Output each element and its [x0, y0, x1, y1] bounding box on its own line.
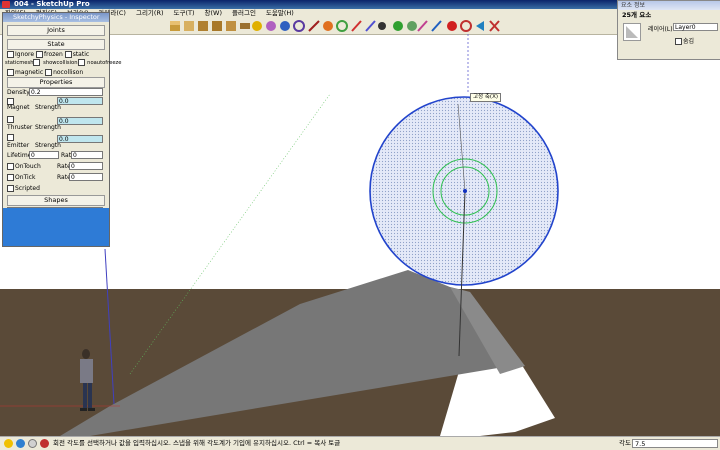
menu-plugins[interactable]: 플러그인	[227, 9, 261, 18]
thruster-row: Thruster Strength 0.0	[3, 115, 109, 133]
axis-tooltip: 고정 축(X)	[470, 93, 501, 102]
play-physics-icon[interactable]	[252, 21, 262, 31]
lifetime-input[interactable]: 0	[29, 151, 59, 159]
measurements-box[interactable]: 7.5	[632, 439, 718, 448]
hidden-checkbox[interactable]	[675, 38, 682, 45]
ontick-row: OnTick Rate 0	[3, 173, 109, 182]
layer-select[interactable]: Layer0	[673, 23, 718, 31]
state-row-3: magnetic nocollison	[3, 68, 109, 77]
window-title: 004 - SketchUp Pro	[14, 0, 90, 8]
view-front-icon[interactable]	[198, 21, 208, 31]
density-input[interactable]: 0.2	[29, 88, 103, 96]
scripted-row: Scripted	[3, 184, 109, 193]
state-row-1: Ignore frozen static	[3, 50, 109, 59]
credits-icon[interactable]	[40, 439, 49, 448]
cylinder-icon[interactable]	[407, 21, 417, 31]
thruster-checkbox[interactable]	[7, 116, 14, 123]
thruster-strength-input[interactable]: 0.0	[57, 117, 103, 125]
emitter-strength-input[interactable]: 0.0	[57, 135, 103, 143]
physics-inspector-panel: SketchyPhysics - Inspector Joints State …	[2, 12, 122, 247]
menu-tools[interactable]: 도구(T)	[169, 9, 200, 18]
ontouch-row: OnTouch Rate 0	[3, 162, 109, 171]
pin-icon[interactable]	[351, 20, 362, 32]
view-left-icon[interactable]	[240, 23, 250, 29]
entity-count: 25개 요소	[622, 11, 652, 19]
shapes-section: Shapes	[7, 195, 105, 206]
title-bar: 004 - SketchUp Pro	[0, 0, 720, 9]
vcb-label: 각도	[619, 439, 631, 447]
staticmesh-checkbox[interactable]	[33, 59, 41, 66]
emitter-rate-input[interactable]: 0	[71, 151, 103, 159]
inspector-title: SketchyPhysics - Inspector	[3, 13, 109, 22]
ontouch-checkbox[interactable]	[7, 163, 14, 170]
servo-icon[interactable]	[365, 20, 376, 32]
magnet-row: Magnet Strength 0.0	[3, 97, 109, 115]
layer-label: 레이어(L):	[648, 26, 675, 33]
hidden-label: 숨김	[683, 38, 695, 45]
help-icon[interactable]	[28, 439, 37, 448]
ontick-rate-input[interactable]: 0	[69, 173, 103, 181]
ontick-checkbox[interactable]	[7, 174, 14, 181]
showcollision-checkbox[interactable]	[77, 59, 85, 66]
thruster-icon[interactable]	[431, 20, 442, 32]
menu-draw[interactable]: 그리기(R)	[131, 9, 169, 18]
reset-icon[interactable]	[280, 21, 290, 31]
view-right-icon[interactable]	[212, 21, 222, 31]
magnet-strength-input[interactable]: 0.0	[57, 97, 103, 105]
frozen-checkbox[interactable]	[36, 51, 43, 58]
ball-icon[interactable]	[378, 22, 386, 30]
view-iso-icon[interactable]	[170, 21, 180, 31]
line-tool-icon[interactable]	[308, 20, 320, 32]
ontouch-rate-input[interactable]: 0	[69, 162, 103, 170]
status-hint: 회전 각도를 선택하거나 값을 입력하십시오. 스냅을 위해 각도계가 기입에 …	[53, 439, 341, 447]
nocollison-checkbox[interactable]	[45, 69, 53, 76]
status-bar: 회전 각도를 선택하거나 값을 입력하십시오. 스냅을 위해 각도계가 기입에 …	[0, 436, 720, 450]
state-row-2: staticmesh showcollision noautofreeze	[5, 59, 122, 66]
target-icon[interactable]	[460, 20, 472, 32]
emitter-checkbox[interactable]	[7, 134, 14, 141]
pause-icon[interactable]	[266, 21, 276, 31]
inspector-blank-area	[3, 208, 109, 246]
view-top-icon[interactable]	[184, 21, 194, 31]
state-section: State	[7, 39, 105, 50]
menu-help[interactable]: 도움말(H)	[261, 9, 299, 18]
ignore-checkbox[interactable]	[7, 51, 14, 58]
circle-tool-icon[interactable]	[336, 20, 348, 32]
sketchup-app-icon	[2, 1, 10, 8]
menu-window[interactable]: 창(W)	[200, 9, 227, 18]
emitter-row: Emitter Strength 0.0	[3, 133, 109, 151]
properties-section: Properties	[7, 77, 105, 88]
scripted-checkbox[interactable]	[7, 185, 14, 192]
rotation-center	[463, 189, 467, 193]
gear-icon[interactable]	[323, 21, 333, 31]
entity-info-panel: 요소 정보 25개 요소 레이어(L): Layer0 숨김	[617, 0, 720, 60]
record-icon[interactable]	[447, 21, 457, 31]
joints-section[interactable]: Joints	[7, 25, 105, 36]
sphere-icon[interactable]	[393, 21, 403, 31]
close-tool-icon[interactable]	[489, 20, 500, 32]
arrow-back-icon[interactable]	[476, 21, 484, 31]
density-row: Density 0.2	[3, 88, 109, 97]
magnet-icon[interactable]	[417, 20, 428, 32]
entity-thumbnail	[623, 23, 641, 41]
lifetime-row: Lifetime 0 Rate 0	[3, 151, 109, 160]
info-icon[interactable]	[4, 439, 13, 448]
geo-location-icon[interactable]	[16, 439, 25, 448]
view-back-icon[interactable]	[226, 21, 236, 31]
static-checkbox[interactable]	[64, 51, 72, 58]
magnetic-checkbox[interactable]	[7, 69, 14, 76]
rotate-icon[interactable]	[293, 20, 305, 32]
entity-info-title: 요소 정보	[618, 1, 720, 10]
